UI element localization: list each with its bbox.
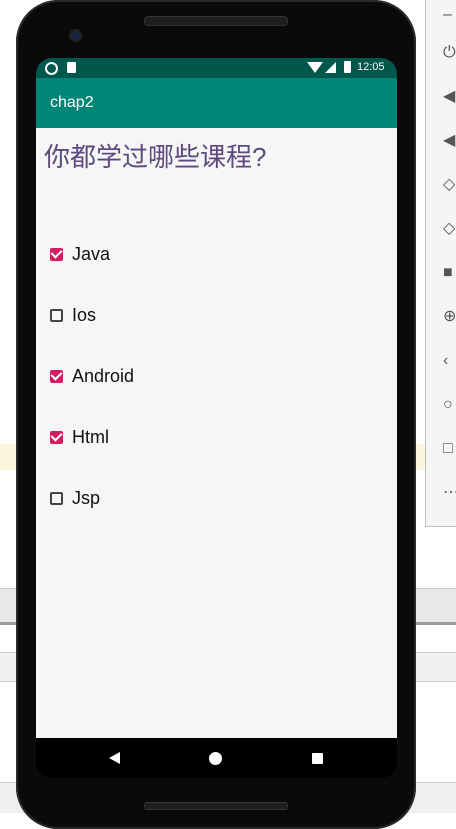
status-time: 12:05 — [357, 61, 385, 73]
home-icon[interactable] — [209, 752, 222, 765]
zoom-icon[interactable]: ⊕ — [443, 309, 456, 325]
checkbox-jsp[interactable]: Jsp — [50, 485, 100, 511]
checkbox-label: Java — [72, 244, 111, 264]
rotate-right-icon[interactable]: ◇ — [443, 221, 456, 237]
back-icon[interactable]: ‹ — [443, 353, 456, 369]
home-icon[interactable]: ○ — [443, 397, 456, 413]
recents-icon[interactable] — [312, 753, 323, 764]
overview-icon[interactable]: □ — [443, 441, 456, 457]
top-speaker — [144, 16, 288, 26]
rotate-left-icon[interactable]: ◇ — [443, 177, 456, 193]
checkbox-html[interactable]: Html — [50, 424, 109, 450]
checkbox-label: Android — [72, 366, 135, 386]
checkbox-icon[interactable] — [50, 430, 63, 444]
navigation-bar — [36, 738, 397, 778]
checkbox-icon[interactable] — [50, 308, 63, 322]
minimize-icon[interactable]: – — [443, 7, 456, 23]
volume-up-icon[interactable]: ◀ — [443, 89, 456, 105]
checkbox-icon[interactable] — [50, 247, 63, 261]
app-title: chap2 — [50, 94, 94, 111]
camera-icon[interactable]: ■ — [443, 265, 456, 281]
checkbox-icon[interactable] — [50, 491, 63, 505]
app-bar: chap2 — [36, 78, 397, 128]
main-content: 你都学过哪些课程? Java Ios Android Html Jsp — [36, 128, 397, 738]
device-screen: 12:05 chap2 你都学过哪些课程? Java Ios Android H… — [36, 58, 397, 778]
back-icon[interactable] — [109, 752, 120, 764]
checkbox-label: Ios — [72, 305, 97, 325]
checkbox-icon[interactable] — [50, 369, 63, 383]
wifi-icon — [307, 62, 323, 73]
more-icon[interactable]: ⋯ — [443, 485, 456, 501]
front-camera — [69, 29, 82, 42]
power-icon[interactable]: ⏻ — [443, 45, 456, 61]
question-heading: 你都学过哪些课程? — [44, 142, 267, 172]
checkbox-label: Html — [72, 427, 109, 447]
notification-circle-icon — [45, 62, 58, 75]
checkbox-label: Jsp — [72, 488, 101, 508]
checkbox-android[interactable]: Android — [50, 363, 134, 389]
volume-down-icon[interactable]: ◀ — [443, 133, 456, 149]
checkbox-ios[interactable]: Ios — [50, 302, 96, 328]
battery-icon — [344, 61, 351, 73]
checkbox-java[interactable]: Java — [50, 241, 110, 267]
sd-card-icon — [67, 62, 76, 73]
emulator-side-toolbar: – ⏻ ◀ ◀ ◇ ◇ ■ ⊕ ‹ ○ □ ⋯ — [425, 0, 456, 527]
status-bar: 12:05 — [36, 58, 397, 78]
signal-icon — [325, 62, 336, 73]
bottom-speaker — [144, 802, 288, 810]
